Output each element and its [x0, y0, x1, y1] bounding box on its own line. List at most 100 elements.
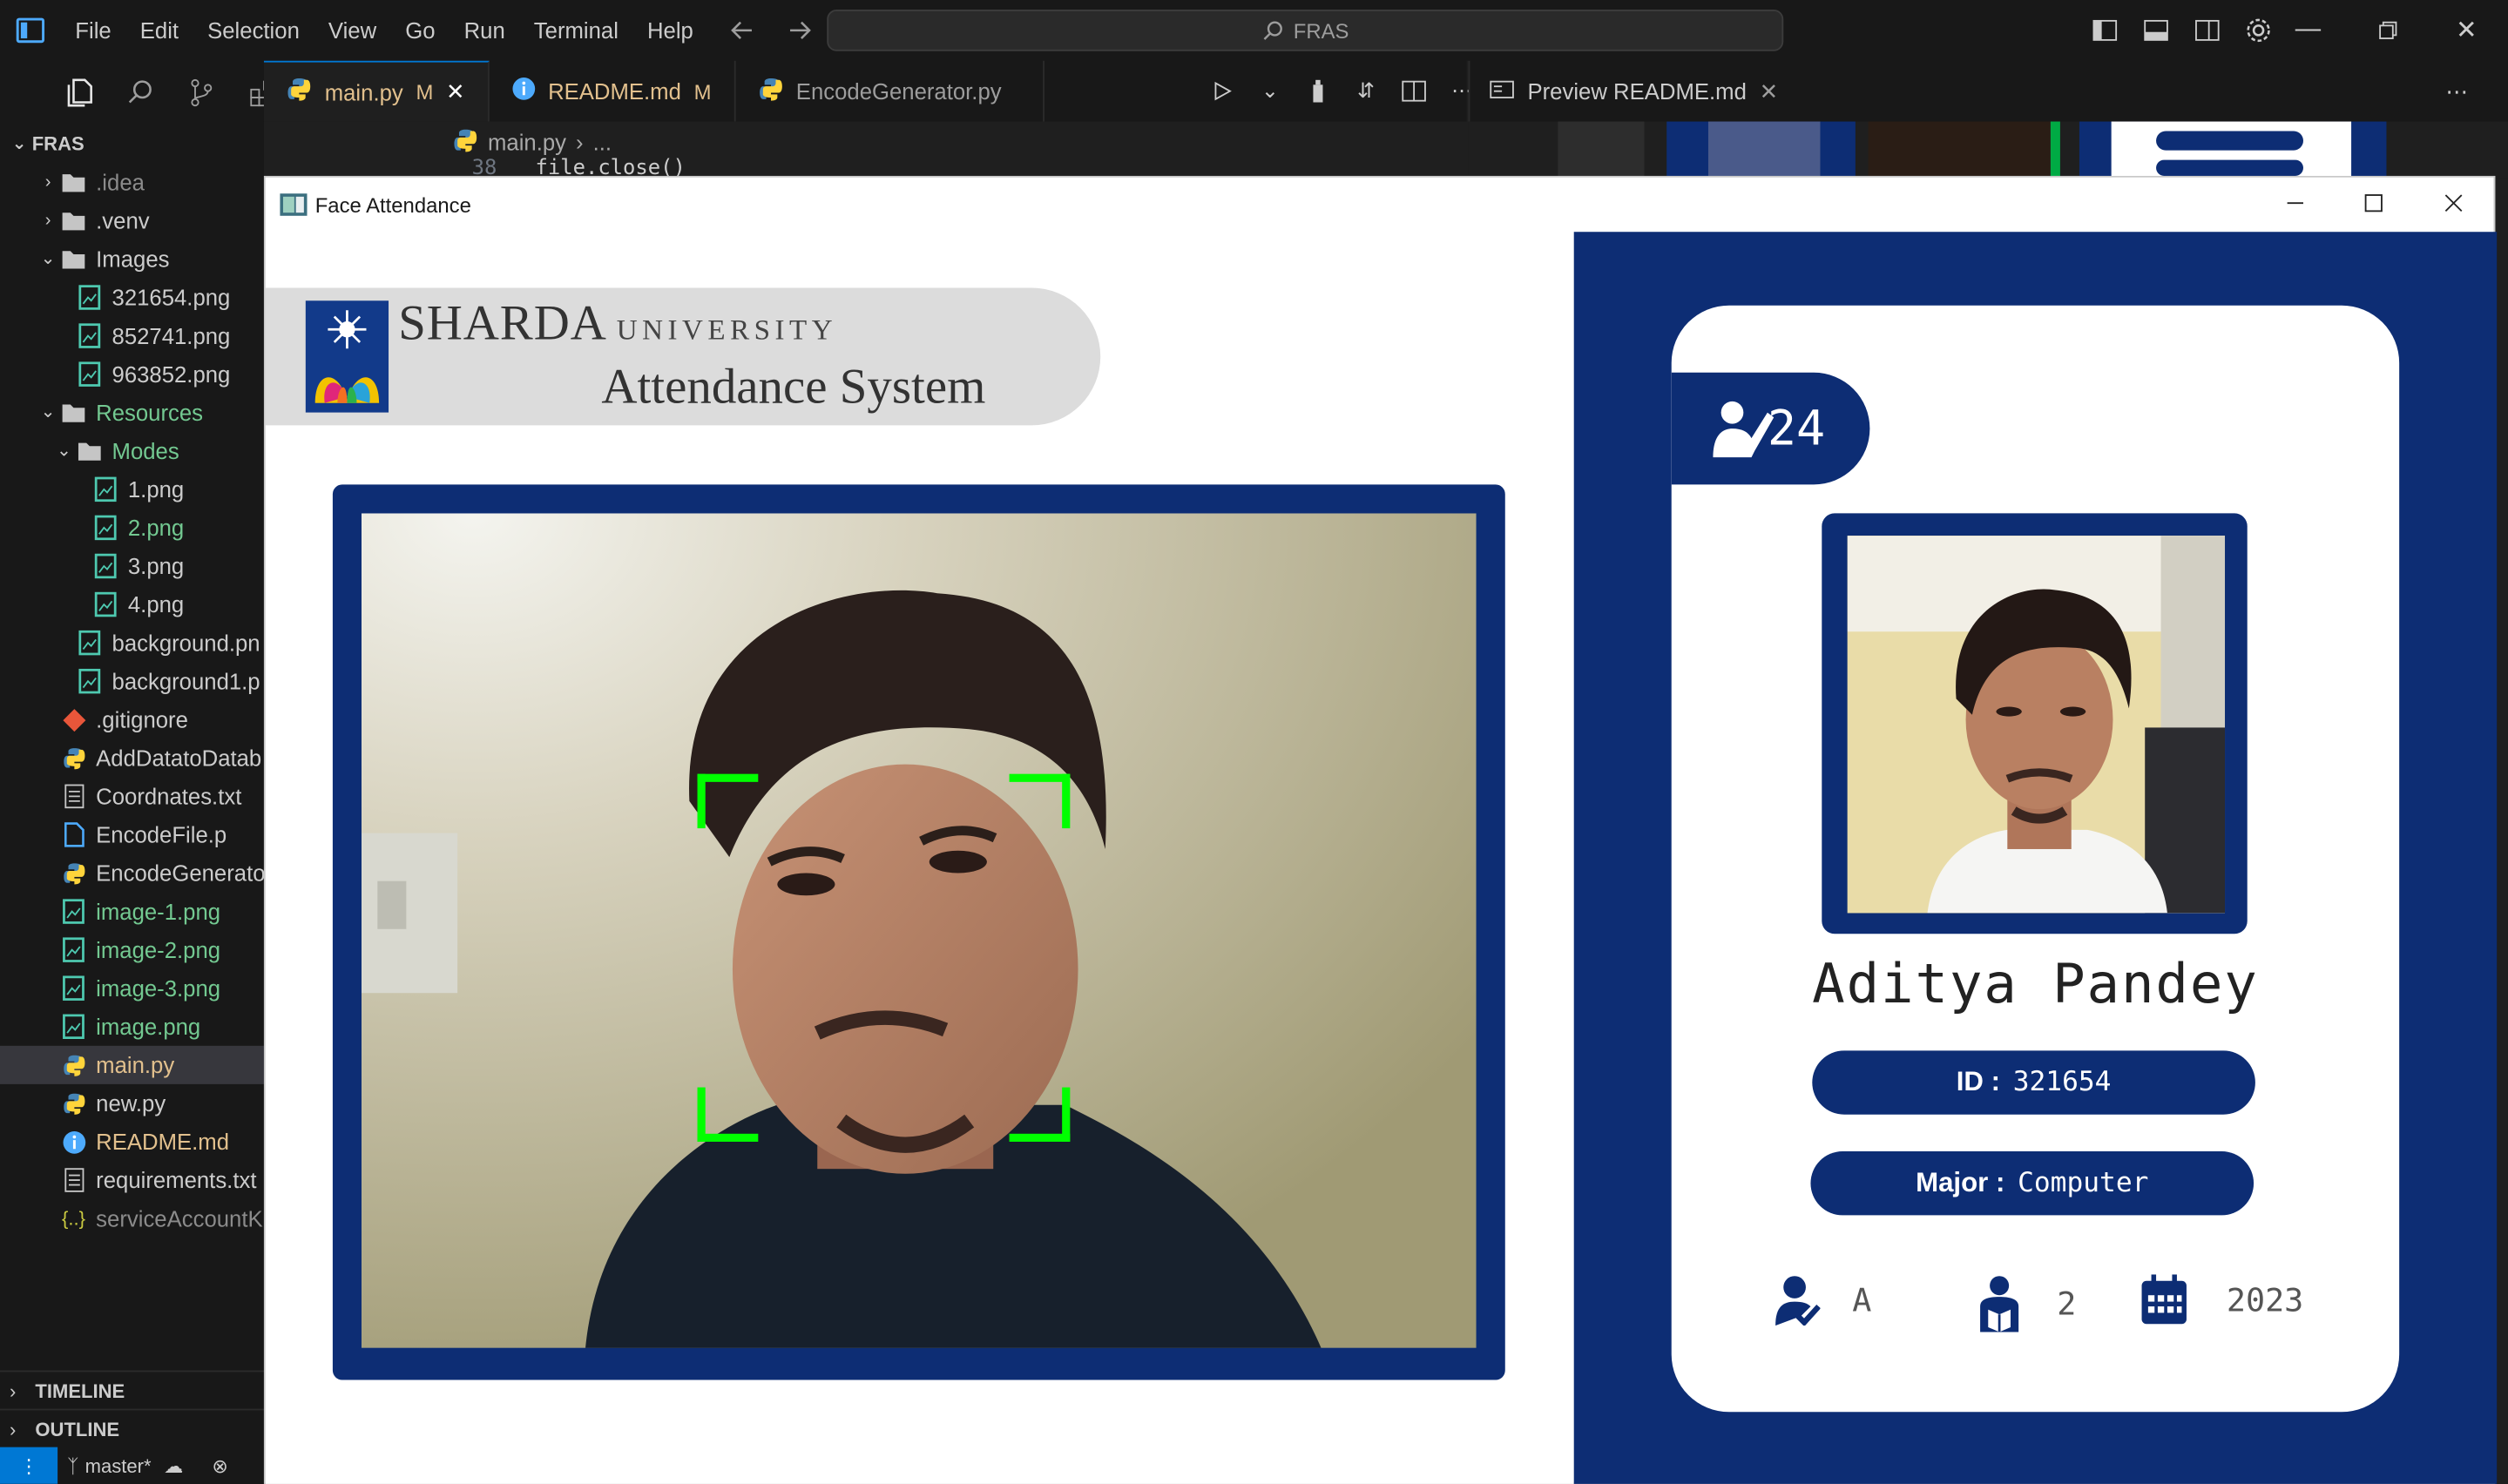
search-icon[interactable] [125, 73, 157, 111]
chevron-right-icon: › [44, 211, 51, 231]
run-icon[interactable] [1207, 75, 1236, 107]
menu-run[interactable]: Run [450, 0, 519, 61]
attendance-counter: 24 [1671, 372, 1870, 485]
python-file-icon [61, 1052, 86, 1077]
tree-file[interactable]: image-2.png [0, 931, 264, 969]
tree-file[interactable]: image-1.png [0, 893, 264, 931]
chevron-down-icon: ⌄ [40, 249, 56, 269]
chevron-down-icon: ⌄ [11, 134, 27, 154]
breadcrumb-more[interactable]: ... [593, 130, 612, 155]
text-file-icon [61, 784, 86, 809]
tab-readme[interactable]: README.md M [489, 60, 736, 122]
menu-terminal[interactable]: Terminal [519, 0, 632, 61]
python-file-icon [758, 76, 783, 106]
back-arrow-icon[interactable] [727, 15, 759, 47]
tab-encode-generator[interactable]: EncodeGenerator.py [735, 60, 1045, 122]
file-file-icon [61, 822, 86, 847]
toggle-sidebar-icon[interactable] [2087, 13, 2122, 48]
minimize-icon[interactable] [2255, 178, 2336, 229]
forward-arrow-icon[interactable] [784, 15, 816, 47]
tree-file[interactable]: {..} serviceAccountK [0, 1199, 264, 1238]
student-major-pill: Major : Computer [1810, 1150, 2254, 1216]
tree-file[interactable]: 2.png [0, 509, 264, 547]
image-file-icon [92, 476, 118, 503]
python-file-icon [61, 860, 86, 886]
source-control-icon[interactable] [186, 73, 218, 111]
close-icon[interactable] [2414, 178, 2494, 229]
tree-file[interactable]: requirements.txt [0, 1161, 264, 1199]
tree-file[interactable]: EncodeGenerato [0, 853, 264, 892]
branch-name[interactable]: master* [85, 1454, 152, 1477]
tree-file[interactable]: background1.p [0, 662, 264, 700]
preview-tab-label: Preview README.md [1527, 78, 1747, 105]
vscode-restore-icon[interactable] [2349, 0, 2426, 61]
year-value: 2 [2057, 1284, 2077, 1323]
menu-view[interactable]: View [314, 0, 390, 61]
tree-folder[interactable]: ⌄ Modes [0, 432, 264, 470]
explorer-root[interactable]: ⌄ FRAS [0, 125, 264, 163]
chevron-down-icon[interactable]: ⌄ [1255, 75, 1284, 107]
outline-label: OUTLINE [35, 1418, 120, 1441]
tree-file[interactable]: main.py [0, 1045, 264, 1084]
tree-file[interactable]: 852741.png [0, 317, 264, 355]
close-icon[interactable]: ✕ [1760, 78, 1779, 105]
tree-file[interactable]: image.png [0, 1008, 264, 1046]
tree-file[interactable]: 3.png [0, 547, 264, 585]
tree-file[interactable]: background.pn [0, 624, 264, 662]
year-stat: 2 [1977, 1274, 2076, 1332]
face-box-corner [1009, 1087, 1071, 1142]
editor-scrollbar[interactable] [2495, 179, 2508, 1484]
vscode-close-icon[interactable]: ✕ [2428, 0, 2505, 61]
webcam-panel: SHARDA UNIVERSITY Attendance System [265, 232, 1574, 1484]
vscode-minimize-icon[interactable]: — [2269, 0, 2346, 61]
tree-item-label: AddDatatoDatab [96, 745, 262, 772]
more-actions-icon[interactable]: ⋯ [2445, 78, 2468, 105]
tree-file[interactable]: image-3.png [0, 969, 264, 1008]
tree-file[interactable]: .gitignore [0, 700, 264, 739]
tree-folder[interactable]: ⌄ Resources [0, 394, 264, 432]
toggle-secondary-sidebar-icon[interactable] [2190, 13, 2225, 48]
menu-go[interactable]: Go [391, 0, 450, 61]
image-file-icon [92, 515, 118, 541]
errors-icon[interactable]: ⊗ [212, 1454, 227, 1477]
bottle-icon[interactable] [1303, 75, 1332, 107]
tree-file[interactable]: new.py [0, 1084, 264, 1123]
menu-help[interactable]: Help [632, 0, 707, 61]
toggle-panel-icon[interactable] [2139, 13, 2173, 48]
tree-file[interactable]: README.md [0, 1123, 264, 1161]
compare-icon[interactable]: ⇵ [1352, 75, 1381, 107]
tree-folder[interactable]: › .venv [0, 201, 264, 239]
close-icon[interactable]: ✕ [446, 78, 465, 105]
face-box-corner [697, 1087, 759, 1142]
timeline-section[interactable]: › TIMELINE [0, 1370, 264, 1409]
user-raised-hand-icon [1713, 401, 1775, 458]
tab-main-py[interactable]: main.py M ✕ [263, 60, 490, 122]
menu-file[interactable]: File [61, 0, 125, 61]
user-check-icon [1775, 1276, 1821, 1326]
menu-selection[interactable]: Selection [193, 0, 314, 61]
explorer-icon[interactable] [64, 73, 96, 111]
command-center-search[interactable]: FRAS [827, 10, 1784, 51]
vscode-logo-icon [0, 0, 61, 61]
tree-item-label: image-3.png [96, 975, 221, 1002]
menu-edit[interactable]: Edit [125, 0, 193, 61]
file-tree: › .idea › .venv ⌄ Images 321654.png 852741.png 9… [0, 163, 264, 1238]
tree-file[interactable]: 4.png [0, 585, 264, 624]
outline-section[interactable]: › OUTLINE [0, 1408, 264, 1447]
tab-preview-readme[interactable]: Preview README.md ✕ ⋯ [1468, 60, 2508, 122]
remote-icon[interactable]: ⋮ [0, 1447, 58, 1484]
maximize-icon[interactable] [2334, 178, 2414, 229]
git-file-icon [61, 707, 86, 732]
breadcrumb-file[interactable]: main.py [488, 130, 566, 155]
chevron-right-icon: › [44, 172, 51, 192]
tree-file[interactable]: Coordnates.txt [0, 777, 264, 815]
tree-file[interactable]: 963852.png [0, 355, 264, 394]
tree-file[interactable]: AddDatatoDatab [0, 739, 264, 777]
tree-file[interactable]: EncodeFile.p [0, 815, 264, 853]
tree-file[interactable]: 321654.png [0, 278, 264, 316]
tree-folder[interactable]: › .idea [0, 163, 264, 201]
tree-file[interactable]: 1.png [0, 470, 264, 509]
tree-folder[interactable]: ⌄ Images [0, 239, 264, 278]
sync-icon[interactable]: ☁ [164, 1454, 183, 1477]
split-editor-icon[interactable] [1400, 75, 1429, 107]
